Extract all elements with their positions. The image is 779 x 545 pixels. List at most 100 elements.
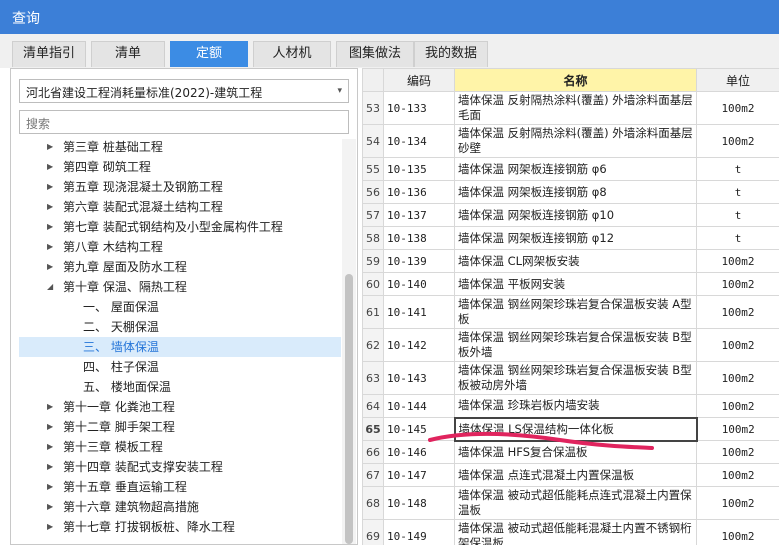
code-cell[interactable]: 10-149 <box>383 519 455 545</box>
tree-item-section[interactable]: 四、 柱子保温 <box>19 357 341 377</box>
code-cell[interactable]: 10-136 <box>383 180 455 204</box>
code-cell[interactable]: 10-148 <box>383 486 455 520</box>
collapsed-arrow-icon[interactable]: ▶ <box>47 197 53 217</box>
code-cell[interactable]: 10-145 <box>383 417 455 441</box>
code-cell[interactable]: 10-143 <box>383 361 455 395</box>
unit-cell[interactable]: 100m2 <box>696 272 779 296</box>
table-row[interactable]: 64 10-144 墙体保温 珍珠岩板内墙安装 100m2 <box>362 394 779 418</box>
collapsed-arrow-icon[interactable]: ▶ <box>47 137 53 157</box>
unit-cell[interactable]: t <box>696 180 779 204</box>
scrollbar-thumb[interactable] <box>345 274 353 544</box>
table-row[interactable]: 57 10-137 墙体保温 网架板连接钢筋 φ10 t <box>362 203 779 227</box>
tree-item-chapter[interactable]: ▶ 第九章 屋面及防水工程 <box>19 257 341 277</box>
code-cell[interactable]: 10-138 <box>383 226 455 250</box>
code-cell[interactable]: 10-141 <box>383 295 455 329</box>
table-row[interactable]: 56 10-136 墙体保温 网架板连接钢筋 φ8 t <box>362 180 779 204</box>
collapsed-arrow-icon[interactable]: ▶ <box>47 437 53 457</box>
unit-cell[interactable]: 100m2 <box>696 361 779 395</box>
tree-item-chapter[interactable]: ▶ 第七章 装配式钢结构及小型金属构件工程 <box>19 217 341 237</box>
tree-item-chapter[interactable]: ▶ 第十一章 化粪池工程 <box>19 397 341 417</box>
name-cell[interactable]: 墙体保温 珍珠岩板内墙安装 <box>454 394 697 418</box>
tree-item-chapter[interactable]: ▶ 第十二章 脚手架工程 <box>19 417 341 437</box>
name-cell[interactable]: 墙体保温 CL网架板安装 <box>454 249 697 273</box>
table-row[interactable]: 59 10-139 墙体保温 CL网架板安装 100m2 <box>362 249 779 273</box>
collapsed-arrow-icon[interactable]: ▶ <box>47 217 53 237</box>
name-cell[interactable]: 墙体保温 网架板连接钢筋 φ6 <box>454 157 697 181</box>
table-row[interactable]: 58 10-138 墙体保温 网架板连接钢筋 φ12 t <box>362 226 779 250</box>
tree-item-chapter[interactable]: ▶ 第六章 装配式混凝土结构工程 <box>19 197 341 217</box>
tab-atlas-methods[interactable]: 图集做法 <box>336 41 414 67</box>
unit-cell[interactable]: t <box>696 157 779 181</box>
tab-my-data[interactable]: 我的数据 <box>414 41 488 67</box>
unit-cell[interactable]: 100m2 <box>696 295 779 329</box>
name-cell[interactable]: 墙体保温 被动式超低能耗点连式混凝土内置保温板 <box>454 486 697 520</box>
standard-select[interactable]: 河北省建设工程消耗量标准(2022)-建筑工程 ▾ <box>19 79 349 103</box>
table-row[interactable]: 69 10-149 墙体保温 被动式超低能耗混凝土内置不锈钢桁架保温板 100m2 <box>362 519 779 545</box>
table-row[interactable]: 65 10-145 墙体保温 LS保温结构一体化板 100m2 <box>362 416 779 442</box>
search-input[interactable]: 搜索 <box>19 110 349 134</box>
tree-item-section[interactable]: 五、 楼地面保温 <box>19 377 341 397</box>
code-cell[interactable]: 10-147 <box>383 463 455 487</box>
tree-item-chapter[interactable]: ▶ 第十四章 装配式支撑安装工程 <box>19 457 341 477</box>
collapsed-arrow-icon[interactable]: ▶ <box>47 477 53 497</box>
name-cell[interactable]: 墙体保温 钢丝网架珍珠岩复合保温板安装 A型板 <box>454 295 697 329</box>
unit-cell[interactable]: 100m2 <box>696 486 779 520</box>
code-cell[interactable]: 10-146 <box>383 440 455 464</box>
name-cell[interactable]: 墙体保温 网架板连接钢筋 φ8 <box>454 180 697 204</box>
unit-cell[interactable]: t <box>696 226 779 250</box>
table-row[interactable]: 66 10-146 墙体保温 HFS复合保温板 100m2 <box>362 440 779 464</box>
name-cell[interactable]: 墙体保温 点连式混凝土内置保温板 <box>454 463 697 487</box>
collapsed-arrow-icon[interactable]: ▶ <box>47 237 53 257</box>
unit-cell[interactable]: 100m2 <box>696 328 779 362</box>
tree-item-chapter[interactable]: ▶ 第四章 砌筑工程 <box>19 157 341 177</box>
tab-list[interactable]: 清单 <box>91 41 165 67</box>
name-cell[interactable]: 墙体保温 LS保温结构一体化板 <box>453 416 698 442</box>
table-row[interactable]: 54 10-134 墙体保温 反射隔热涂料(覆盖) 外墙涂料面基层 砂壁 100m2 <box>362 124 779 158</box>
tree-item-section[interactable]: 二、 天棚保温 <box>19 317 341 337</box>
tree-item-chapter[interactable]: ▶ 第十三章 模板工程 <box>19 437 341 457</box>
collapsed-arrow-icon[interactable]: ▶ <box>47 517 53 537</box>
code-cell[interactable]: 10-142 <box>383 328 455 362</box>
name-cell[interactable]: 墙体保温 反射隔热涂料(覆盖) 外墙涂料面基层 砂壁 <box>454 124 697 158</box>
name-cell[interactable]: 墙体保温 HFS复合保温板 <box>454 440 697 464</box>
collapsed-arrow-icon[interactable]: ▶ <box>47 417 53 437</box>
unit-cell[interactable]: 100m2 <box>696 519 779 545</box>
tab-labor-materials[interactable]: 人材机 <box>253 41 331 67</box>
unit-cell[interactable]: 100m2 <box>696 463 779 487</box>
unit-cell[interactable]: t <box>696 203 779 227</box>
table-row[interactable]: 68 10-148 墙体保温 被动式超低能耗点连式混凝土内置保温板 100m2 <box>362 486 779 520</box>
tree-item-chapter[interactable]: ▶ 第十六章 建筑物超高措施 <box>19 497 341 517</box>
tree-scrollbar[interactable] <box>342 139 356 544</box>
tree-item-section[interactable]: 一、 屋面保温 <box>19 297 341 317</box>
tab-quota[interactable]: 定额 <box>170 41 248 67</box>
name-cell[interactable]: 墙体保温 钢丝网架珍珠岩复合保温板安装 B型板被动房外墙 <box>454 361 697 395</box>
unit-cell[interactable]: 100m2 <box>696 91 779 125</box>
table-row[interactable]: 67 10-147 墙体保温 点连式混凝土内置保温板 100m2 <box>362 463 779 487</box>
name-cell[interactable]: 墙体保温 网架板连接钢筋 φ12 <box>454 226 697 250</box>
tree-item-chapter[interactable]: ▶ 第五章 现浇混凝土及钢筋工程 <box>19 177 341 197</box>
table-row[interactable]: 63 10-143 墙体保温 钢丝网架珍珠岩复合保温板安装 B型板被动房外墙 100m… <box>362 361 779 395</box>
table-row[interactable]: 60 10-140 墙体保温 平板网安装 100m2 <box>362 272 779 296</box>
name-cell[interactable]: 墙体保温 被动式超低能耗混凝土内置不锈钢桁架保温板 <box>454 519 697 545</box>
unit-cell[interactable]: 100m2 <box>696 417 779 441</box>
collapsed-arrow-icon[interactable]: ▶ <box>47 457 53 477</box>
name-cell[interactable]: 墙体保温 网架板连接钢筋 φ10 <box>454 203 697 227</box>
unit-header[interactable]: 单位 <box>696 68 779 92</box>
code-header[interactable]: 编码 <box>383 68 455 92</box>
unit-cell[interactable]: 100m2 <box>696 440 779 464</box>
tree-item-chapter[interactable]: ▶ 第十五章 垂直运输工程 <box>19 477 341 497</box>
collapsed-arrow-icon[interactable]: ▶ <box>47 257 53 277</box>
code-cell[interactable]: 10-133 <box>383 91 455 125</box>
code-cell[interactable]: 10-140 <box>383 272 455 296</box>
collapsed-arrow-icon[interactable]: ▶ <box>47 157 53 177</box>
name-cell[interactable]: 墙体保温 钢丝网架珍珠岩复合保温板安装 B型板外墙 <box>454 328 697 362</box>
tree-item-chapter[interactable]: ◢ 第十章 保温、隔热工程 <box>19 277 341 297</box>
unit-cell[interactable]: 100m2 <box>696 249 779 273</box>
collapsed-arrow-icon[interactable]: ▶ <box>47 497 53 517</box>
code-cell[interactable]: 10-144 <box>383 394 455 418</box>
expanded-arrow-icon[interactable]: ◢ <box>47 277 53 297</box>
name-header[interactable]: 名称 <box>454 68 697 92</box>
table-row[interactable]: 55 10-135 墙体保温 网架板连接钢筋 φ6 t <box>362 157 779 181</box>
collapsed-arrow-icon[interactable]: ▶ <box>47 397 53 417</box>
collapsed-arrow-icon[interactable]: ▶ <box>47 177 53 197</box>
